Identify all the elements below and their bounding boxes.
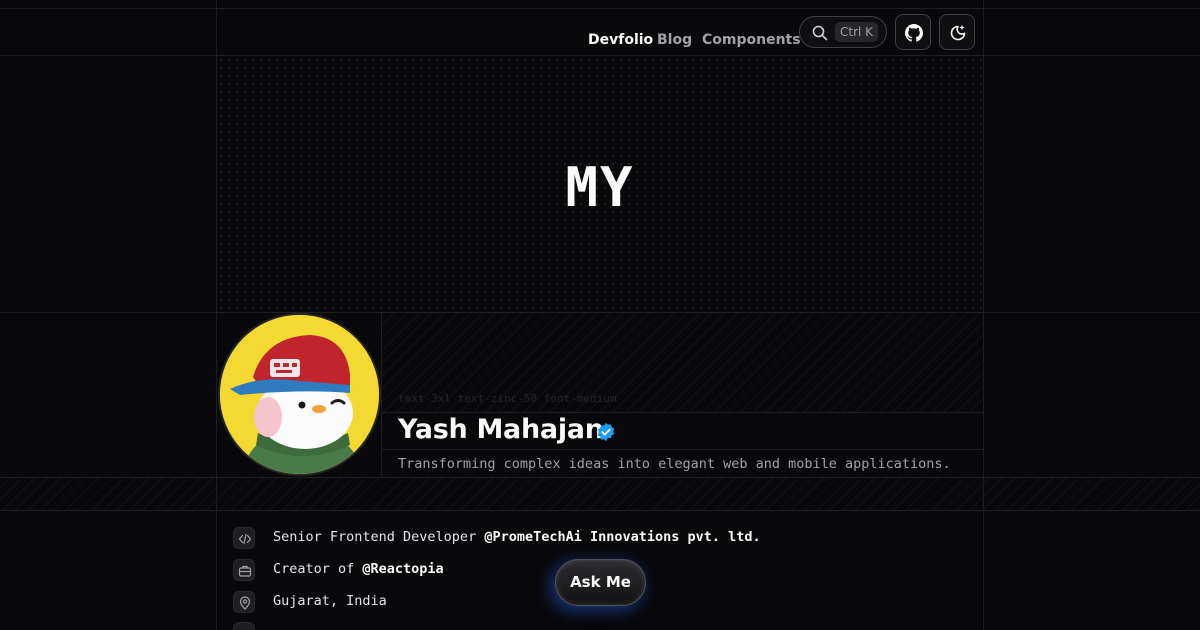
- profile-name: Yash Mahajan: [398, 414, 604, 445]
- grid-line: [382, 449, 983, 450]
- location-text: Gujarat, India: [273, 593, 387, 609]
- moon-icon: [950, 25, 966, 41]
- theme-toggle-button[interactable]: [939, 14, 975, 50]
- navbar: Devfolio Blog Components Ctrl K: [217, 9, 983, 55]
- grid-line: [381, 313, 382, 477]
- project-link[interactable]: @Reactopia: [362, 561, 443, 577]
- role-prefix: Senior Frontend Developer: [273, 529, 485, 545]
- penguin-avatar-image: [220, 315, 379, 474]
- code-icon: [233, 527, 255, 549]
- hatch-pattern: [0, 478, 1200, 510]
- github-button[interactable]: [895, 14, 931, 50]
- search-button[interactable]: Ctrl K: [799, 16, 887, 48]
- search-shortcut: Ctrl K: [835, 22, 879, 42]
- briefcase-icon: [233, 559, 255, 581]
- class-hint-text: text-3xl text-zinc-50 font-medium: [398, 392, 617, 405]
- map-pin-icon: [233, 591, 255, 613]
- hero-word: MY: [565, 156, 635, 219]
- company-link[interactable]: @PromeTechAi Innovations pvt. ltd.: [484, 529, 760, 545]
- grid-line: [0, 510, 1200, 511]
- creator-prefix: Creator of: [273, 561, 363, 577]
- profile-tagline: Transforming complex ideas into elegant …: [398, 456, 951, 472]
- hero-banner: MY: [217, 56, 983, 312]
- grid-line: [382, 412, 983, 413]
- search-icon: [812, 25, 828, 41]
- mail-icon: [233, 622, 255, 630]
- grid-line: [983, 0, 984, 630]
- nav-brand-link[interactable]: Devfolio: [588, 32, 653, 48]
- github-icon: [905, 24, 923, 42]
- avatar: [218, 313, 381, 476]
- nav-link-components[interactable]: Components: [702, 32, 801, 48]
- verified-badge-icon: [597, 422, 615, 442]
- ask-me-button[interactable]: Ask Me: [555, 559, 646, 606]
- nav-link-blog[interactable]: Blog: [657, 32, 692, 48]
